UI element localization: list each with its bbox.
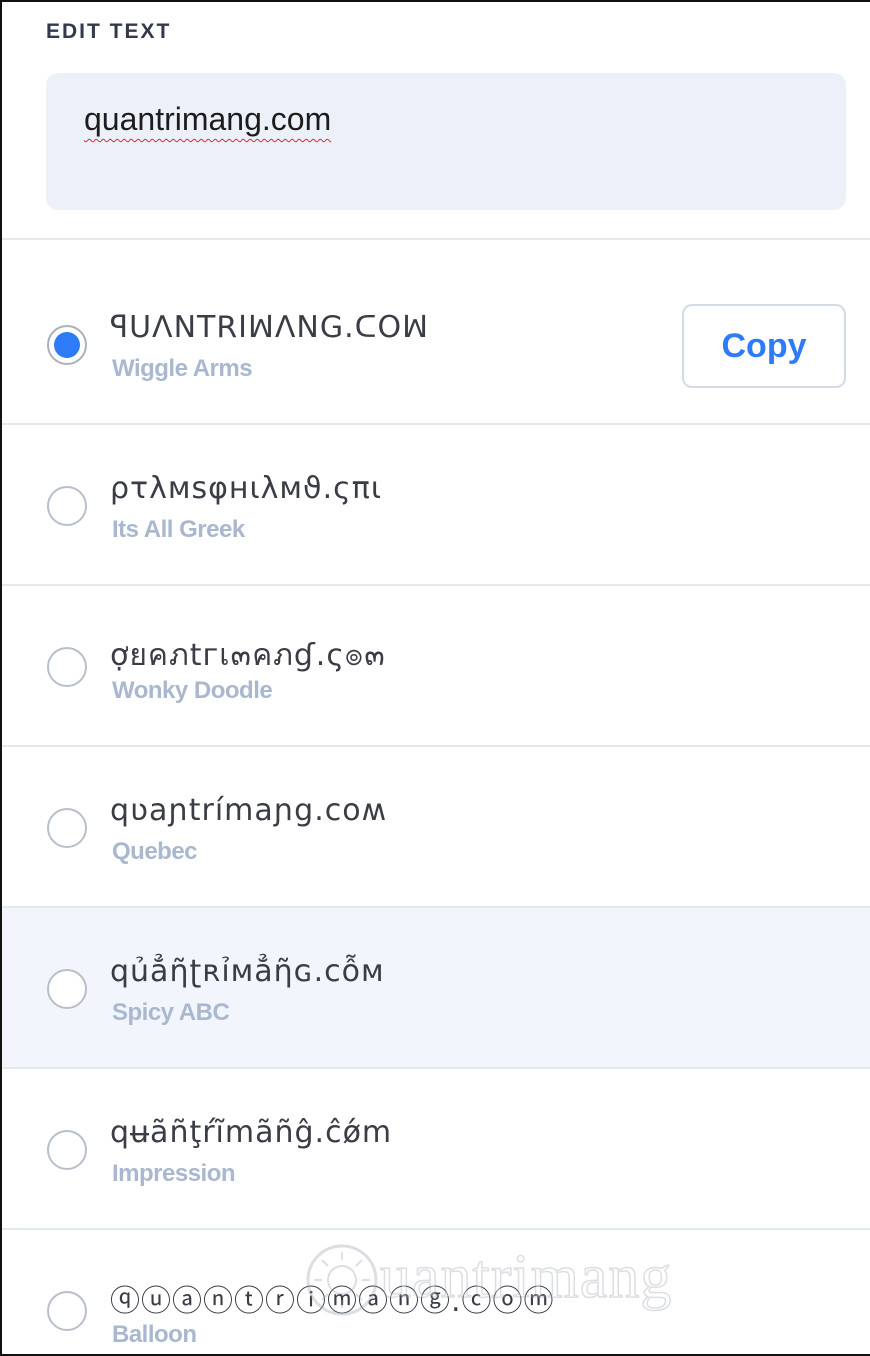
styled-text: ρτλмѕφнιλмϑ.ςπι [110,471,382,506]
styled-text: qʋaɲtrímaɲg.coʍ [110,793,388,828]
style-name: Its All Greek [112,516,245,543]
radio-icon[interactable] [47,969,87,1009]
style-name: Spicy ABC [112,999,230,1026]
style-name: Impression [112,1160,236,1187]
radio-icon[interactable] [47,808,87,848]
styled-text: qủẳῆʈʀỉмẳῆɢ.cỗм [110,954,385,989]
radio-icon[interactable] [47,486,87,526]
styled-text: ⓠⓤⓐⓝⓣⓡⓘⓜⓐⓝⓖ.ⓒⓞⓜ [110,1284,555,1319]
style-row-its-all-greek[interactable]: ρτλмѕφнιλмϑ.ςπι Its All Greek [2,425,870,586]
copy-button[interactable]: Copy [682,304,846,388]
radio-icon[interactable] [47,1130,87,1170]
font-generator-panel: EDIT TEXT quantrimang.com ꟼUꓥꓠTꓣIꟽꓥꓠꓖ.ᑕO… [0,0,870,1356]
radio-icon[interactable] [47,1291,87,1331]
style-row-impression[interactable]: qʉãñţŕĩmãñĝ.ĉǿm Impression [2,1069,870,1230]
edit-text-value[interactable]: quantrimang.com [84,101,331,138]
style-row-wonky-doodle[interactable]: ợยคภtгเ๓คภɠ.ς๏๓ Wonky Doodle [2,586,870,747]
style-name: Balloon [112,1321,197,1348]
divider [2,238,870,240]
style-name: Wiggle Arms [112,355,253,382]
style-row-balloon[interactable]: ⓠⓤⓐⓝⓣⓡⓘⓜⓐⓝⓖ.ⓒⓞⓜ Balloon [2,1230,870,1354]
styled-text: qʉãñţŕĩmãñĝ.ĉǿm [110,1115,393,1150]
styled-text: ꟼUꓥꓠTꓣIꟽꓥꓠꓖ.ᑕOꟽ [110,310,430,345]
edit-text-input[interactable]: quantrimang.com [46,73,846,210]
radio-selected-icon[interactable] [47,325,87,365]
style-row-quebec[interactable]: qʋaɲtrímaɲg.coʍ Quebec [2,747,870,908]
style-name: Wonky Doodle [112,677,273,704]
style-list: ꟼUꓥꓠTꓣIꟽꓥꓠꓖ.ᑕOꟽ Wiggle Arms Copy ρτλмѕφн… [2,264,870,1354]
style-row-wiggle-arms[interactable]: ꟼUꓥꓠTꓣIꟽꓥꓠꓖ.ᑕOꟽ Wiggle Arms Copy [2,264,870,425]
style-name: Quebec [112,838,198,865]
styled-text: ợยคภtгเ๓คภɠ.ς๏๓ [110,638,386,673]
edit-text-label: EDIT TEXT [46,20,172,43]
style-row-spicy-abc[interactable]: qủẳῆʈʀỉмẳῆɢ.cỗм Spicy ABC [2,908,870,1069]
radio-icon[interactable] [47,647,87,687]
